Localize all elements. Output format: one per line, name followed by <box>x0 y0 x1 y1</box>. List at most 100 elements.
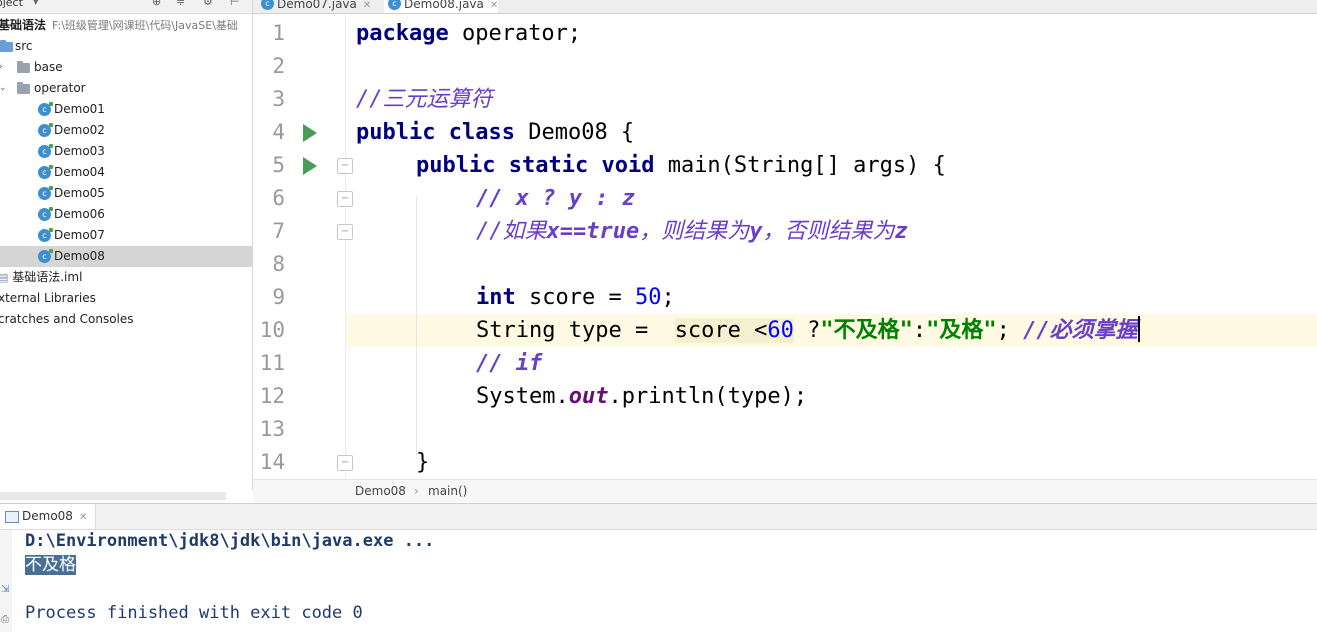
tree-item-label: Demo07 <box>54 228 105 242</box>
tree-item-demo05[interactable]: c Demo05 <box>0 183 252 204</box>
run-toolbar: ⇲ ⎙ <box>0 530 12 632</box>
line-number: 3 <box>272 87 285 111</box>
code-line-14: } <box>416 446 429 479</box>
fold-icon[interactable]: − <box>337 224 353 240</box>
chevron-right-icon[interactable]: › <box>0 57 3 78</box>
keyword: int <box>476 285 516 310</box>
static-field: out <box>568 384 609 409</box>
gear-icon[interactable]: ⚙ <box>203 0 213 8</box>
hide-icon[interactable]: ⊢ <box>230 0 240 8</box>
chevron-right-icon: › <box>414 484 419 498</box>
close-icon[interactable]: ✕ <box>490 0 498 11</box>
comment: //三元运算符 <box>356 87 493 112</box>
fold-icon[interactable]: − <box>337 455 353 471</box>
tree-root[interactable]: 基础语法 F:\班级管理\网课班\代码\JavaSE\基础 <box>0 15 252 36</box>
java-class-icon: c <box>38 207 53 221</box>
tree-item-label: 基础语法.iml <box>12 270 83 284</box>
line-number: 11 <box>259 351 285 375</box>
comment: ，则结果为 <box>639 219 750 244</box>
close-icon[interactable]: ✕ <box>79 512 87 523</box>
keyword: void <box>601 153 655 178</box>
line-number: 9 <box>272 285 285 309</box>
tree-item-demo07[interactable]: c Demo07 <box>0 225 252 246</box>
tree-item-scratches[interactable]: cratches and Consoles <box>0 309 252 330</box>
comment: //如果 <box>476 219 547 244</box>
tab-demo07[interactable]: c Demo07.java ✕ <box>257 0 371 13</box>
run-tab-label: Demo08 <box>22 509 73 523</box>
tab-label: Demo08.java <box>404 0 484 11</box>
tree-item-label: xternal Libraries <box>0 291 96 305</box>
project-panel: oject ▾ ⊕ ≑ ⚙ ⊢ 基础语法 F:\班级管理\网课班\代码\JavaS… <box>0 0 253 490</box>
fold-icon[interactable]: − <box>337 158 353 174</box>
java-class-icon: c <box>38 228 53 242</box>
number-literal: 60 <box>767 318 794 343</box>
keyword: public <box>356 120 436 145</box>
run-tab-demo08[interactable]: Demo08 ✕ <box>0 504 97 529</box>
line-number: 1 <box>272 21 285 45</box>
chevron-down-icon[interactable]: ⌄ <box>0 78 7 99</box>
fold-icon[interactable]: − <box>337 191 353 207</box>
code-line-12: System.out.println(type); <box>476 380 807 413</box>
line-number: 8 <box>272 252 285 276</box>
keyword: static <box>508 153 589 178</box>
tree-item-external-libraries[interactable]: xternal Libraries <box>0 288 252 309</box>
java-class-icon: c <box>38 144 53 158</box>
comment: y <box>749 219 763 244</box>
comment: // if <box>476 351 543 376</box>
tab-demo08[interactable]: c Demo08.java ✕ <box>384 0 499 13</box>
line-number: 14 <box>259 450 285 474</box>
tree-item-demo06[interactable]: c Demo06 <box>0 204 252 225</box>
collapse-icon[interactable]: ≑ <box>176 0 185 8</box>
line-number: 6 <box>272 186 285 210</box>
run-class-icon[interactable] <box>303 124 317 142</box>
tree-item-label: operator <box>34 81 86 95</box>
comment: x==true <box>546 219 640 244</box>
breadcrumb-method[interactable]: main() <box>428 480 467 502</box>
run-main-icon[interactable] <box>303 157 317 175</box>
line-number: 10 <box>259 318 285 342</box>
close-icon[interactable]: ✕ <box>363 0 371 11</box>
code-text: } <box>416 450 430 475</box>
tree-item-base[interactable]: › base <box>0 57 252 78</box>
code-line-1: package operator; <box>356 17 581 50</box>
code-line-10: String type = score <60 ?"不及格":"及格"; //必… <box>476 314 1140 347</box>
print-icon[interactable]: ⎙ <box>1 614 9 625</box>
code-line-7: //如果x==true，则结果为y，否则结果为z <box>476 215 908 248</box>
code-line-9: int score = 50; <box>476 281 675 314</box>
soft-wrap-icon[interactable]: ⇲ <box>1 584 9 595</box>
chevron-down-icon[interactable]: ▾ <box>33 0 39 8</box>
line-number: 4 <box>272 120 285 144</box>
code-editor[interactable]: 1 2 3 4 5 6 7 8 9 10 11 12 13 14 − − − −… <box>253 14 1317 479</box>
gutter-divider <box>345 14 346 479</box>
module-file-icon: ▤ <box>0 271 8 284</box>
tree-item-demo01[interactable]: c Demo01 <box>0 99 252 120</box>
keyword: class <box>448 120 515 145</box>
keyword: public <box>416 153 496 178</box>
comment: ，否则结果为 <box>762 219 895 244</box>
locate-icon[interactable]: ⊕ <box>152 0 161 8</box>
tree-item-demo04[interactable]: c Demo04 <box>0 162 252 183</box>
method-signature: main(String[] args) { <box>654 153 946 178</box>
project-scrollbar[interactable] <box>0 492 226 500</box>
keyword: package <box>356 21 449 46</box>
text-caret <box>1137 316 1140 342</box>
breadcrumb-class[interactable]: Demo08 <box>355 480 406 502</box>
java-class-icon: c <box>38 102 53 116</box>
string-literal: "不及格" <box>820 318 913 343</box>
console-output: 不及格 <box>25 555 76 575</box>
class-icon: c <box>388 0 401 10</box>
root-label: 基础语法 <box>0 18 47 32</box>
tree-item-src[interactable]: src <box>0 36 252 57</box>
tree-item-label: Demo04 <box>54 165 105 179</box>
project-view-label[interactable]: oject <box>0 0 23 9</box>
java-class-icon: c <box>38 249 53 263</box>
class-icon: c <box>261 0 274 10</box>
tree-item-demo02[interactable]: c Demo02 <box>0 120 252 141</box>
code-text: : <box>912 318 927 343</box>
run-panel: Demo08 ✕ ⇲ ⎙ D:\Environment\jdk8\jdk\bin\… <box>0 503 1317 632</box>
tree-item-iml[interactable]: ▤ 基础语法.iml <box>0 267 252 288</box>
tree-item-demo03[interactable]: c Demo03 <box>0 141 252 162</box>
tree-item-operator[interactable]: ⌄ operator <box>0 78 252 99</box>
tree-item-demo08[interactable]: c Demo08 <box>0 246 252 267</box>
tree-item-label: Demo05 <box>54 186 105 200</box>
